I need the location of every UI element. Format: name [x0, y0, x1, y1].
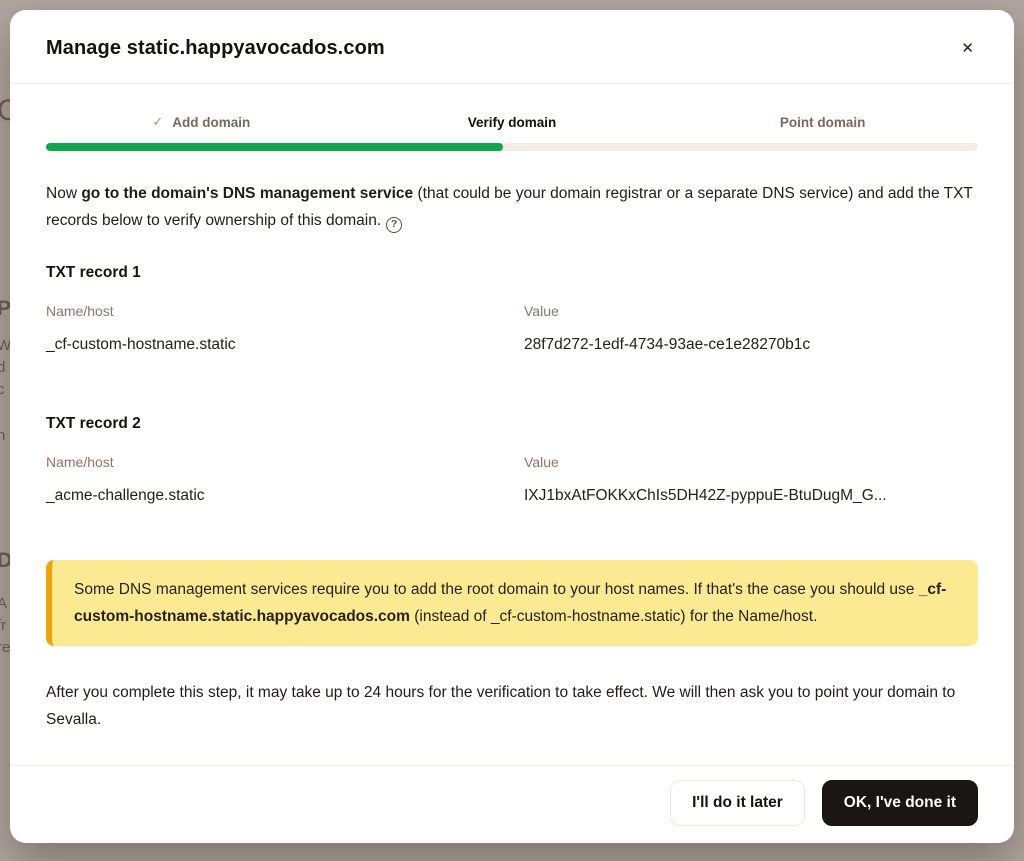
- name-host-value: _cf-custom-hostname.static: [46, 336, 524, 354]
- step-label: Verify domain: [468, 115, 557, 130]
- instructions-prefix: Now: [46, 185, 81, 202]
- step-add-domain: ✓ Add domain: [46, 114, 357, 130]
- background-text-fragment: re: [0, 640, 10, 655]
- modal-header: Manage static.happyavocados.com ✕: [10, 10, 1014, 84]
- name-host-label: Name/host: [46, 303, 524, 319]
- record-table: Name/host Value _acme-challenge.static I…: [46, 454, 978, 505]
- txt-record-1: TXT record 1 Name/host Value _cf-custom-…: [46, 264, 978, 354]
- modal-content: Now go to the domain's DNS management se…: [10, 151, 1014, 733]
- verification-note: After you complete this step, it may tak…: [46, 679, 978, 733]
- step-label: Point domain: [780, 115, 866, 130]
- step-verify-domain: Verify domain: [357, 114, 668, 130]
- dns-warning-callout: Some DNS management services require you…: [46, 560, 978, 646]
- background-text-fragment: h: [0, 428, 5, 443]
- instructions-bold: go to the domain's DNS management servic…: [81, 185, 413, 202]
- name-host-label: Name/host: [46, 454, 524, 470]
- warning-prefix: Some DNS management services require you…: [74, 581, 919, 598]
- txt-record-2: TXT record 2 Name/host Value _acme-chall…: [46, 415, 978, 505]
- progress-bar-track: [46, 143, 978, 151]
- checkmark-icon: ✓: [152, 114, 163, 130]
- step-point-domain: Point domain: [667, 114, 978, 130]
- background-text-fragment: d: [0, 360, 5, 375]
- record-title: TXT record 2: [46, 415, 978, 433]
- value-label: Value: [524, 303, 978, 319]
- instructions-text: Now go to the domain's DNS management se…: [46, 180, 978, 234]
- ok-done-button[interactable]: OK, I've done it: [822, 780, 978, 826]
- background-text-fragment: fr: [0, 618, 6, 633]
- modal-title: Manage static.happyavocados.com: [46, 37, 385, 60]
- value-value: IXJ1bxAtFOKKxChIs5DH42Z-pyppuE-BtuDugM_G…: [524, 487, 978, 505]
- record-table: Name/host Value _cf-custom-hostname.stat…: [46, 303, 978, 354]
- name-host-value: _acme-challenge.static: [46, 487, 524, 505]
- record-title: TXT record 1: [46, 264, 978, 282]
- help-icon[interactable]: ?: [386, 217, 402, 233]
- step-label: Add domain: [172, 115, 250, 130]
- do-it-later-button[interactable]: I'll do it later: [670, 780, 805, 826]
- background-text-fragment: A: [0, 596, 7, 611]
- modal-footer: I'll do it later OK, I've done it: [10, 765, 1014, 843]
- wizard-steps: ✓ Add domain Verify domain Point domain: [10, 114, 1014, 130]
- background-text-fragment: c: [0, 382, 5, 397]
- progress-bar-fill: [46, 143, 503, 151]
- close-icon[interactable]: ✕: [957, 37, 978, 60]
- value-label: Value: [524, 454, 978, 470]
- manage-domain-modal: Manage static.happyavocados.com ✕ ✓ Add …: [10, 10, 1014, 843]
- value-value: 28f7d272-1edf-4734-93ae-ce1e28270b1c: [524, 336, 978, 354]
- warning-suffix: (instead of _cf-custom-hostname.static) …: [410, 608, 817, 625]
